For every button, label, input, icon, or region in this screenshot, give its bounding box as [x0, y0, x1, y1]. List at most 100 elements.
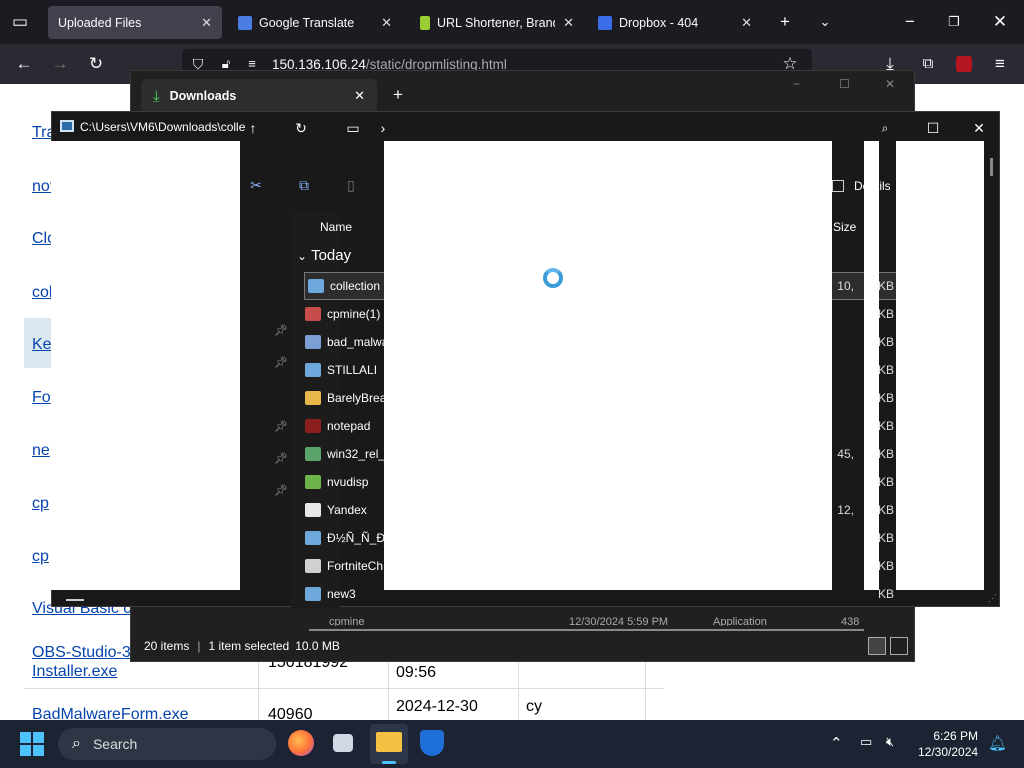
- firefox-view-icon[interactable]: ▭: [8, 10, 32, 34]
- firefox-icon[interactable]: [288, 730, 314, 756]
- selected-size: 10.0 MB: [295, 639, 340, 653]
- maximize-button[interactable]: ☐: [918, 117, 948, 139]
- file-size-value: 45,: [837, 447, 854, 461]
- close-window-button[interactable]: ✕: [885, 77, 895, 91]
- tiles-view-icon[interactable]: [890, 637, 908, 655]
- clock-time: 6:26 PM: [933, 729, 979, 743]
- close-window-button[interactable]: ✕: [988, 10, 1012, 34]
- file-size-unit: KB: [877, 279, 894, 293]
- file-link[interactable]: cp: [32, 495, 49, 513]
- copy-icon[interactable]: ⧉: [289, 174, 319, 196]
- file-date: 12/30/2024 5:59 PM: [569, 616, 669, 626]
- yandex-icon: [305, 503, 321, 517]
- file-manager-icon[interactable]: [333, 734, 353, 752]
- app-window-icon: [305, 531, 321, 545]
- details-pane-icon[interactable]: [832, 180, 844, 192]
- download-arrow-icon: ⤓: [153, 87, 160, 105]
- search-label: Search: [92, 736, 138, 752]
- window-path: C:\Users\VM6\Downloads\colle: [80, 120, 246, 134]
- tab-title: URL Shortener, Brande: [437, 15, 556, 30]
- tab-google-translate[interactable]: Google Translate ✕: [228, 6, 402, 39]
- taskbar: ⌕ Search ⌃ ▭ 🔇︎ 6:26 PM 12/30/2024 🔔︎: [0, 720, 1024, 768]
- file-link[interactable]: ne: [32, 442, 50, 460]
- url-shortener-icon: [420, 15, 430, 30]
- close-tab-icon[interactable]: ✕: [201, 15, 212, 31]
- file-link[interactable]: Ke: [32, 336, 52, 354]
- up-icon[interactable]: ↑: [238, 117, 268, 139]
- file-size-unit: KB: [877, 503, 894, 517]
- explorer-title-bar: C:\Users\VM6\Downloads\colle ↑ ↻ ▭ › ⌕ ☐…: [52, 112, 999, 142]
- list-tabs-icon[interactable]: ⌄: [813, 10, 837, 34]
- fortnite-icon: [305, 559, 321, 573]
- blank-render-region: [864, 141, 879, 590]
- partial-file-row[interactable]: cpmine 12/30/2024 5:59 PM Application 43…: [309, 614, 869, 626]
- search-icon[interactable]: ⌕: [870, 117, 900, 139]
- reload-icon[interactable]: ↻: [84, 52, 108, 76]
- file-time: 09:56: [396, 664, 437, 681]
- extensions-icon[interactable]: ⧉: [916, 52, 940, 76]
- notification-bell-icon[interactable]: 🔔︎: [988, 734, 1007, 752]
- downloads-tab[interactable]: ⤓ Downloads ✕: [141, 79, 377, 113]
- column-header-name[interactable]: Name: [320, 220, 352, 234]
- details-view-icon[interactable]: [868, 637, 886, 655]
- tab-dropbox[interactable]: Dropbox - 404 ✕: [588, 6, 762, 39]
- defender-shield-icon[interactable]: [420, 730, 444, 756]
- file-size-unit: KB: [877, 307, 894, 321]
- chevron-up-icon[interactable]: ⌃: [830, 734, 843, 752]
- menu-icon[interactable]: ≡: [988, 52, 1012, 76]
- forward-icon[interactable]: →: [48, 52, 72, 76]
- resize-grip-icon[interactable]: ⋰: [988, 593, 997, 604]
- close-tab-icon[interactable]: ✕: [741, 15, 752, 31]
- file-link[interactable]: col: [32, 284, 52, 302]
- tab-url-shortener[interactable]: URL Shortener, Brande ✕: [410, 6, 584, 39]
- monitor-icon[interactable]: ▭: [338, 117, 368, 139]
- active-indicator: [382, 761, 396, 764]
- file-size-unit: KB: [877, 447, 894, 461]
- search-icon: ⌕: [72, 735, 81, 752]
- cut-icon[interactable]: ✂: [241, 174, 271, 196]
- maximize-button[interactable]: ☐: [839, 77, 850, 91]
- file-link[interactable]: cp: [32, 548, 49, 566]
- file-owner: cy: [526, 698, 542, 715]
- vertical-scrollbar[interactable]: [990, 158, 993, 176]
- pin-icon: 📌︎: [274, 357, 288, 369]
- minimize-button[interactable]: −: [793, 77, 800, 91]
- file-link[interactable]: OBS-Studio-3: [32, 644, 131, 662]
- close-window-button[interactable]: ✕: [964, 117, 994, 139]
- file-size-unit: KB: [877, 587, 894, 601]
- close-tab-icon[interactable]: ✕: [563, 15, 574, 31]
- clock-date: 12/30/2024: [918, 745, 979, 759]
- clock[interactable]: 6:26 PM 12/30/2024: [918, 728, 978, 760]
- close-tab-icon[interactable]: ✕: [381, 15, 392, 31]
- column-header-size[interactable]: Size: [833, 220, 856, 234]
- windows-start-icon[interactable]: [20, 732, 44, 756]
- ublock-icon[interactable]: [952, 52, 976, 76]
- restore-button[interactable]: ❐: [942, 10, 966, 34]
- item-count: 20 items: [144, 639, 190, 653]
- chevron-right-icon[interactable]: ›: [368, 117, 398, 139]
- chevron-down-icon: ⌄: [297, 249, 308, 263]
- group-header-today[interactable]: ⌄ Today: [297, 247, 351, 264]
- volume-muted-icon[interactable]: 🔇︎: [886, 734, 894, 750]
- new-tab-button[interactable]: +: [393, 85, 403, 105]
- file-link[interactable]: Fo: [32, 389, 51, 407]
- explorer-taskbar-item[interactable]: [370, 724, 408, 764]
- partial-dash: [66, 599, 84, 601]
- file-link[interactable]: Installer.exe: [32, 663, 117, 681]
- close-tab-icon[interactable]: ✕: [354, 88, 365, 104]
- back-icon[interactable]: ←: [12, 52, 36, 76]
- new-tab-button[interactable]: +: [773, 10, 797, 34]
- network-icon[interactable]: ▭: [860, 734, 872, 750]
- file-size-value: 10,: [837, 279, 854, 293]
- file-name: cpmine: [329, 616, 365, 626]
- file-date: 2024-12-30: [396, 698, 478, 715]
- paste-icon[interactable]: ▯: [336, 174, 366, 196]
- taskbar-search[interactable]: ⌕ Search: [58, 728, 276, 760]
- minimize-button[interactable]: −: [898, 10, 922, 34]
- file-size-unit: KB: [877, 475, 894, 489]
- tab-uploaded-files[interactable]: Uploaded Files ✕: [48, 6, 222, 39]
- refresh-icon[interactable]: ↻: [286, 117, 316, 139]
- blank-render-region: [896, 141, 984, 590]
- document-icon: [305, 335, 321, 349]
- app-window-icon: [305, 587, 321, 601]
